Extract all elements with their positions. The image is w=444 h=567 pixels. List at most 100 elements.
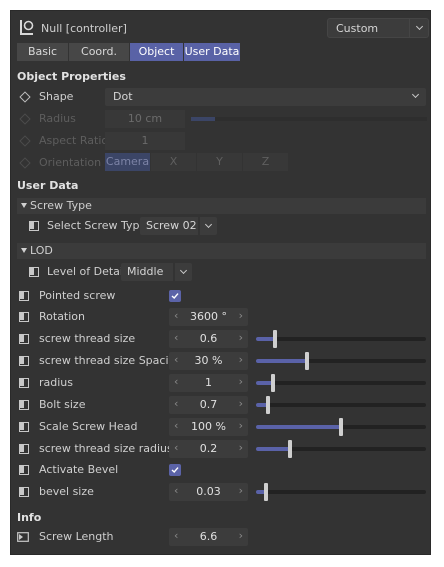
expand-triangle-icon[interactable] bbox=[21, 248, 27, 253]
keyframe-icon[interactable] bbox=[19, 422, 29, 432]
increment-arrow-icon[interactable]: › bbox=[239, 353, 243, 366]
expand-triangle-icon[interactable] bbox=[21, 203, 27, 208]
increment-arrow-icon[interactable]: › bbox=[239, 397, 243, 410]
increment-arrow-icon[interactable]: › bbox=[239, 484, 243, 497]
object-title: Null [controller] bbox=[41, 22, 127, 35]
shape-select[interactable]: Dot bbox=[105, 88, 426, 106]
bevel-size-field[interactable]: ‹ 0.03 › bbox=[169, 483, 248, 501]
animate-diamond-icon[interactable] bbox=[19, 91, 31, 103]
screw-type-select-arrow[interactable] bbox=[199, 217, 217, 235]
increment-arrow-icon[interactable]: › bbox=[239, 309, 243, 322]
user-data-heading: User Data bbox=[17, 179, 79, 192]
attribute-manager-panel: Null [controller] Custom Basic Coord. Ob… bbox=[10, 10, 431, 555]
slider-handle[interactable] bbox=[339, 418, 343, 436]
tab-object[interactable]: Object bbox=[130, 43, 183, 61]
animate-diamond-icon bbox=[19, 113, 31, 125]
keyframe-icon[interactable] bbox=[29, 267, 39, 277]
radius-value: 1 bbox=[205, 376, 212, 389]
keyframe-icon[interactable] bbox=[19, 291, 29, 301]
slider-handle[interactable] bbox=[264, 483, 268, 501]
radius-field[interactable]: ‹ 1 › bbox=[169, 374, 248, 392]
tab-user-data[interactable]: User Data bbox=[184, 43, 240, 61]
param-label: Bolt size bbox=[39, 398, 86, 411]
orientation-camera: Camera bbox=[105, 153, 150, 171]
screw-thread-size-spacing-value: 30 % bbox=[194, 354, 223, 367]
decrement-arrow-icon[interactable]: ‹ bbox=[174, 353, 178, 366]
slider-handle[interactable] bbox=[271, 374, 275, 392]
param-label: screw thread size bbox=[39, 332, 136, 345]
decrement-arrow-icon[interactable]: ‹ bbox=[174, 484, 178, 497]
screw-type-group-label: Screw Type bbox=[30, 199, 92, 212]
increment-arrow-icon[interactable]: › bbox=[239, 441, 243, 454]
scale-screw-head-field[interactable]: ‹ 100 % › bbox=[169, 418, 248, 436]
slider-fill bbox=[256, 359, 307, 363]
level-of-detail-select[interactable]: Middle bbox=[121, 263, 173, 281]
screw-type-group-header[interactable]: Screw Type bbox=[17, 198, 426, 214]
slider-handle[interactable] bbox=[273, 330, 277, 348]
chevron-down-icon bbox=[415, 22, 424, 31]
decrement-arrow-icon[interactable]: ‹ bbox=[174, 419, 178, 432]
output-port-icon bbox=[17, 532, 29, 542]
screw-thread-size-field[interactable]: ‹ 0.6 › bbox=[169, 330, 248, 348]
param-label: Rotation bbox=[39, 310, 86, 323]
pointed-screw-checkbox[interactable] bbox=[169, 290, 181, 302]
keyframe-icon[interactable] bbox=[19, 334, 29, 344]
layout-select[interactable]: Custom bbox=[327, 18, 411, 38]
lod-group-header[interactable]: LOD bbox=[17, 243, 426, 259]
keyframe-icon[interactable] bbox=[19, 400, 29, 410]
screw-thread-size-value: 0.6 bbox=[199, 332, 218, 345]
radius-slider[interactable] bbox=[256, 374, 426, 392]
screw-thread-size-spacing-slider[interactable] bbox=[256, 352, 426, 370]
keyframe-icon[interactable] bbox=[19, 356, 29, 366]
param-label: Activate Bevel bbox=[39, 463, 119, 476]
null-object-icon bbox=[20, 20, 34, 35]
screw-thread-size-radius-slider[interactable] bbox=[256, 440, 426, 458]
param-label: Pointed screw bbox=[39, 289, 116, 302]
increment-arrow-icon[interactable]: › bbox=[239, 331, 243, 344]
bevel-size-slider[interactable] bbox=[256, 483, 426, 501]
keyframe-icon[interactable] bbox=[19, 378, 29, 388]
decrement-arrow-icon[interactable]: ‹ bbox=[174, 397, 178, 410]
lod-group-label: LOD bbox=[30, 244, 53, 257]
bolt-size-value: 0.7 bbox=[199, 398, 218, 411]
keyframe-icon[interactable] bbox=[19, 487, 29, 497]
param-label: bevel size bbox=[39, 485, 94, 498]
slider-handle[interactable] bbox=[288, 440, 292, 458]
rotation-field[interactable]: ‹ 3600 ° › bbox=[169, 308, 248, 326]
screw-thread-size-radius-field[interactable]: ‹ 0.2 › bbox=[169, 440, 248, 458]
orientation-x: X bbox=[151, 153, 196, 171]
increment-arrow-icon[interactable]: › bbox=[239, 375, 243, 388]
bolt-size-slider[interactable] bbox=[256, 396, 426, 414]
param-label: radius bbox=[39, 376, 74, 389]
chevron-down-icon bbox=[179, 266, 188, 275]
check-icon bbox=[171, 467, 179, 474]
bolt-size-field[interactable]: ‹ 0.7 › bbox=[169, 396, 248, 414]
slider-handle[interactable] bbox=[305, 352, 309, 370]
decrement-arrow-icon[interactable]: ‹ bbox=[174, 375, 178, 388]
level-of-detail-select-arrow[interactable] bbox=[174, 263, 192, 281]
decrement-arrow-icon[interactable]: ‹ bbox=[174, 331, 178, 344]
decrement-arrow-icon[interactable]: ‹ bbox=[174, 309, 178, 322]
increment-arrow-icon: › bbox=[238, 529, 243, 542]
decrement-arrow-icon: ‹ bbox=[174, 529, 179, 542]
decrement-arrow-icon[interactable]: ‹ bbox=[174, 441, 178, 454]
keyframe-icon[interactable] bbox=[29, 221, 39, 231]
aspect-ratio-label: Aspect Ratio bbox=[39, 134, 109, 147]
screw-type-select[interactable]: Screw 02 bbox=[140, 217, 198, 235]
screw-thread-size-spacing-field[interactable]: ‹ 30 % › bbox=[169, 352, 248, 370]
increment-arrow-icon[interactable]: › bbox=[239, 419, 243, 432]
slider-handle[interactable] bbox=[266, 396, 270, 414]
orientation-label: Orientation bbox=[39, 156, 102, 169]
screw-thread-size-radius-value: 0.2 bbox=[199, 442, 218, 455]
scale-screw-head-slider[interactable] bbox=[256, 418, 426, 436]
tab-coord[interactable]: Coord. bbox=[69, 43, 129, 61]
activate-bevel-checkbox[interactable] bbox=[169, 464, 181, 476]
screw-thread-size-slider[interactable] bbox=[256, 330, 426, 348]
keyframe-icon[interactable] bbox=[19, 312, 29, 322]
keyframe-icon[interactable] bbox=[19, 465, 29, 475]
rotation-value: 3600 ° bbox=[190, 310, 227, 323]
keyframe-icon[interactable] bbox=[19, 444, 29, 454]
orientation-z: Z bbox=[243, 153, 288, 171]
tab-basic[interactable]: Basic bbox=[17, 43, 68, 61]
layout-select-arrow[interactable] bbox=[409, 18, 429, 38]
